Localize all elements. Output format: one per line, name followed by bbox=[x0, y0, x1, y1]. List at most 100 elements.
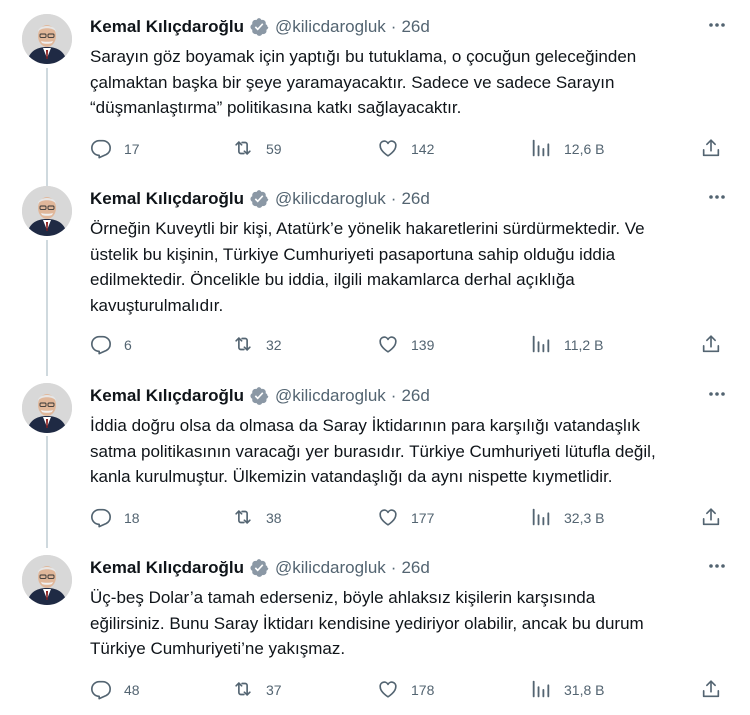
tweet-text-line: Üç-beş Dolar’a tamah ederseniz, böyle ah… bbox=[90, 588, 596, 607]
tweet-text: Üç-beş Dolar’a tamah ederseniz, böyle ah… bbox=[90, 585, 730, 662]
tweet-text: İddia doğru olsa da olmasa da Saray İkti… bbox=[90, 413, 730, 490]
author-name[interactable]: Kemal Kılıçdaroğlu bbox=[90, 17, 244, 37]
reply-icon bbox=[90, 137, 112, 162]
tweet-text-line: eğilirsiniz. Bunu Saray İktidarı kendisi… bbox=[90, 613, 644, 633]
author-handle[interactable]: @kilicdarogluk bbox=[275, 558, 386, 578]
tweet[interactable]: Kemal Kılıçdaroğlu @kilicdarogluk · 26d … bbox=[0, 186, 750, 360]
more-icon[interactable] bbox=[706, 186, 728, 208]
views-count: 32,3 B bbox=[564, 510, 605, 526]
tweet-text-line: çalmaktan başka bir şeye yaramayacaktır.… bbox=[90, 72, 615, 92]
views-button[interactable]: 32,3 B bbox=[530, 506, 604, 530]
tweet-text-line: edilmektedir. Öncelikle bu iddia, ilgili… bbox=[90, 270, 575, 289]
tweet-text-line: satma politikasının varacağı yer burasıd… bbox=[90, 441, 656, 461]
avatar[interactable] bbox=[22, 383, 72, 433]
views-button[interactable]: 31,8 B bbox=[530, 678, 604, 702]
tweet-actions: 17 59 142 12,6 B bbox=[90, 137, 730, 161]
tweet-actions: 6 32 139 11,2 B bbox=[90, 333, 730, 357]
more-icon[interactable] bbox=[706, 383, 728, 405]
more-icon[interactable] bbox=[706, 14, 728, 36]
avatar[interactable] bbox=[22, 14, 72, 64]
tweet-text-line: İddia doğru olsa da olmasa da Saray İkti… bbox=[90, 416, 640, 435]
tweet[interactable]: Kemal Kılıçdaroğlu @kilicdarogluk · 26d … bbox=[0, 555, 750, 705]
more-icon[interactable] bbox=[706, 555, 728, 577]
like-count: 178 bbox=[411, 682, 435, 698]
reply-icon bbox=[90, 333, 112, 358]
retweet-count: 32 bbox=[266, 337, 282, 353]
views-icon bbox=[530, 678, 552, 703]
tweet-text-line: Örneğin Kuveytli bir kişi, Atatürk’e yön… bbox=[90, 219, 645, 238]
author-handle[interactable]: @kilicdarogluk bbox=[275, 17, 386, 37]
like-icon bbox=[377, 333, 399, 358]
separator-dot: · bbox=[390, 386, 397, 405]
like-button[interactable]: 142 bbox=[377, 137, 434, 161]
like-icon bbox=[377, 678, 399, 703]
tweet[interactable]: Kemal Kılıçdaroğlu @kilicdarogluk · 26d … bbox=[0, 383, 750, 533]
reply-button[interactable]: 18 bbox=[90, 506, 140, 530]
share-button[interactable] bbox=[700, 678, 722, 702]
retweet-icon bbox=[232, 137, 254, 162]
retweet-count: 38 bbox=[266, 510, 282, 526]
like-button[interactable]: 139 bbox=[377, 333, 434, 357]
like-button[interactable]: 177 bbox=[377, 506, 434, 530]
tweet-thread: Kemal Kılıçdaroğlu @kilicdarogluk · 26d … bbox=[0, 0, 750, 715]
reply-button[interactable]: 48 bbox=[90, 678, 140, 702]
verified-badge-icon bbox=[249, 189, 269, 209]
retweet-count: 59 bbox=[266, 141, 282, 157]
tweet-text-line: Sarayın göz boyamak için yaptığı bu tutu… bbox=[90, 47, 637, 66]
tweet-text-line: “düşmanlaştırma” politikasına katkı sağl… bbox=[90, 98, 462, 117]
tweet-time[interactable]: 26d bbox=[401, 386, 429, 406]
avatar[interactable] bbox=[22, 186, 72, 236]
reply-count: 6 bbox=[124, 337, 132, 353]
author-handle[interactable]: @kilicdarogluk bbox=[275, 386, 386, 406]
retweet-button[interactable]: 37 bbox=[232, 678, 282, 702]
retweet-icon bbox=[232, 506, 254, 531]
reply-button[interactable]: 17 bbox=[90, 137, 140, 161]
share-button[interactable] bbox=[700, 333, 722, 357]
views-icon bbox=[530, 333, 552, 358]
share-icon bbox=[700, 333, 722, 358]
tweet-time[interactable]: 26d bbox=[401, 189, 429, 209]
separator-dot: · bbox=[390, 189, 397, 208]
author-name[interactable]: Kemal Kılıçdaroğlu bbox=[90, 189, 244, 209]
views-count: 31,8 B bbox=[564, 682, 605, 698]
views-icon bbox=[530, 137, 552, 162]
tweet-actions: 18 38 177 32,3 B bbox=[90, 506, 730, 530]
views-icon bbox=[530, 506, 552, 531]
author-name[interactable]: Kemal Kılıçdaroğlu bbox=[90, 386, 244, 406]
tweet-time[interactable]: 26d bbox=[401, 17, 429, 37]
share-icon bbox=[700, 678, 722, 703]
reply-count: 48 bbox=[124, 682, 140, 698]
like-button[interactable]: 178 bbox=[377, 678, 434, 702]
tweet-text: Örneğin Kuveytli bir kişi, Atatürk’e yön… bbox=[90, 216, 730, 318]
reply-button[interactable]: 6 bbox=[90, 333, 132, 357]
verified-badge-icon bbox=[249, 386, 269, 406]
like-count: 139 bbox=[411, 337, 435, 353]
tweet[interactable]: Kemal Kılıçdaroğlu @kilicdarogluk · 26d … bbox=[0, 14, 750, 164]
reply-count: 17 bbox=[124, 141, 140, 157]
reply-count: 18 bbox=[124, 510, 140, 526]
reply-icon bbox=[90, 678, 112, 703]
tweet-actions: 48 37 178 31,8 B bbox=[90, 678, 730, 702]
retweet-button[interactable]: 38 bbox=[232, 506, 282, 530]
reply-icon bbox=[90, 506, 112, 531]
retweet-button[interactable]: 32 bbox=[232, 333, 282, 357]
like-icon bbox=[377, 137, 399, 162]
retweet-icon bbox=[232, 678, 254, 703]
views-count: 12,6 B bbox=[564, 141, 605, 157]
author-name[interactable]: Kemal Kılıçdaroğlu bbox=[90, 558, 244, 578]
retweet-button[interactable]: 59 bbox=[232, 137, 282, 161]
separator-dot: · bbox=[390, 558, 397, 577]
views-button[interactable]: 12,6 B bbox=[530, 137, 604, 161]
avatar[interactable] bbox=[22, 555, 72, 605]
tweet-text: Sarayın göz boyamak için yaptığı bu tutu… bbox=[90, 44, 730, 121]
like-icon bbox=[377, 506, 399, 531]
tweet-time[interactable]: 26d bbox=[401, 558, 429, 578]
separator-dot: · bbox=[390, 17, 397, 36]
author-handle[interactable]: @kilicdarogluk bbox=[275, 189, 386, 209]
views-button[interactable]: 11,2 B bbox=[530, 333, 603, 357]
verified-badge-icon bbox=[249, 17, 269, 37]
like-count: 177 bbox=[411, 510, 435, 526]
share-button[interactable] bbox=[700, 506, 722, 530]
share-button[interactable] bbox=[700, 137, 722, 161]
retweet-count: 37 bbox=[266, 682, 282, 698]
